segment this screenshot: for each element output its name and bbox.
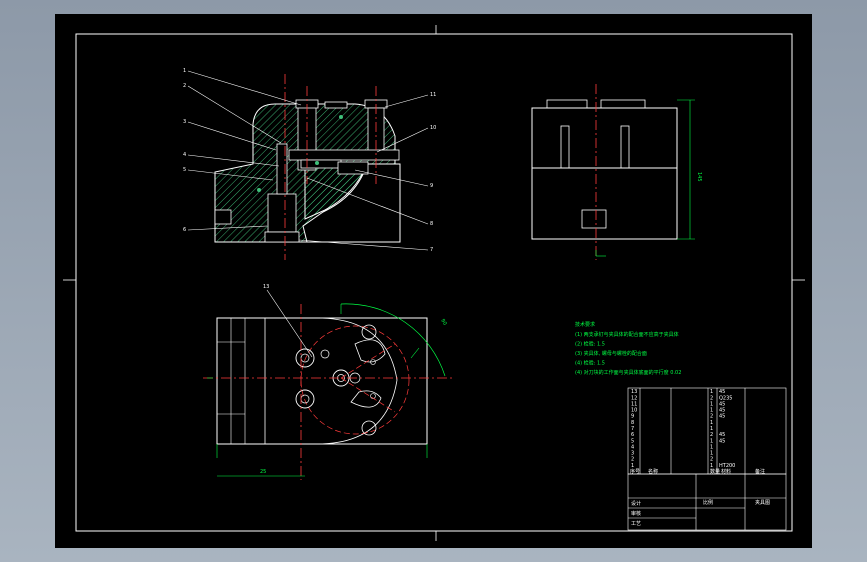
tech-req-item: (4) 检验: 1.5 <box>575 360 605 367</box>
bom-cell-index: 13 <box>631 389 637 395</box>
bom-cell-qty: 2 <box>710 395 713 401</box>
callout-label: 6 <box>183 227 186 233</box>
bom-cell-qty: 1 <box>710 389 713 395</box>
bom-cell-qty: 1 <box>710 444 713 450</box>
bom-table <box>627 387 787 475</box>
bom-cell-index: 11 <box>631 401 637 407</box>
tech-req-item: (1) 两支承钉与夹具体的配合面不应高于夹具体 <box>575 331 679 338</box>
bom-cell-index: 7 <box>631 426 634 432</box>
bom-cell-index: 6 <box>631 432 634 438</box>
bom-cell-index: 5 <box>631 438 634 444</box>
bom-cell-index: 3 <box>631 451 634 457</box>
bom-cell-index: 8 <box>631 420 634 426</box>
callout-label: 8 <box>430 221 433 227</box>
tech-req-item: (4) 对刀块的工作面与夹具体底面的平行度 0.02 <box>575 369 681 376</box>
bom-cell-index: 9 <box>631 414 634 420</box>
tech-req-item: (3) 夹具体, 螺母与螺栓的配合面 <box>575 350 647 357</box>
cad-drawing: 123456 1110987 145 13 25 90 技术要求 (1) 两支承… <box>63 25 805 541</box>
front-section-view <box>214 74 401 260</box>
bom-cell-index: 4 <box>631 444 634 450</box>
callout-plan-label: 13 <box>263 284 269 290</box>
bom-cell-material: Q235 <box>719 395 732 401</box>
bom-cell-qty: 1 <box>710 408 713 414</box>
tech-req-item: (2) 检验: 1.5 <box>575 341 605 348</box>
plan-view <box>203 289 455 480</box>
bom-cell-qty: 2 <box>710 432 713 438</box>
drawing-viewport[interactable]: 123456 11 10 9 8 7 145 13 25 90 技术要求 (1)… <box>55 14 812 548</box>
title-block-name: 夹具图 <box>755 499 770 506</box>
bom-cell-index: 12 <box>631 395 637 401</box>
tech-requirements: 技术要求 (1) 两支承钉与夹具体的配合面不应高于夹具体(2) 检验: 1.5(… <box>575 321 681 376</box>
bom-cell-material: 45 <box>719 432 725 438</box>
title-block-label: 审核 <box>631 510 641 517</box>
drawing-frame <box>63 25 805 541</box>
tech-req-title: 技术要求 <box>575 321 595 328</box>
bom-cell-qty: 1 <box>710 401 713 407</box>
callout-label: 10 <box>430 125 436 131</box>
callout-label: 9 <box>430 183 433 189</box>
callout-label: 5 <box>183 167 186 173</box>
bom-rows: 13 1 4512 2 Q23511 1 4510 1 459 2 458 17 16 2 455 1 454 1… <box>631 389 735 469</box>
bom-cell-material: 45 <box>719 414 725 420</box>
title-block-label: 工艺 <box>631 521 641 527</box>
bom-cell-material: 45 <box>719 401 725 407</box>
callout-label: 11 <box>430 92 436 98</box>
bom-cell-qty: 1 <box>710 451 713 457</box>
bom-cell-qty: 1 <box>710 463 713 469</box>
callout-label: 3 <box>183 119 186 125</box>
callout-labels-right: 11 10 9 8 7 <box>430 92 436 253</box>
bom-cell-qty: 1 <box>710 420 713 426</box>
tech-req-items: (1) 两支承钉与夹具体的配合面不应高于夹具体 (2) 检验: 1.5 (3) 夹具… <box>575 331 681 376</box>
dim-angle: 90 <box>439 318 447 327</box>
title-block-labels: 设计审核工艺 <box>631 500 641 527</box>
bom-cell-index: 2 <box>631 457 634 463</box>
callout-labels-left: 1 2 3 4 5 6 <box>183 68 186 233</box>
callout-label: 1 <box>183 68 186 74</box>
bom-cell-material: 45 <box>719 438 725 444</box>
bom-cell-qty: 2 <box>710 414 713 420</box>
callout-label: 2 <box>183 83 186 89</box>
side-view <box>531 84 695 260</box>
bom-cell-material: HT200 <box>719 463 735 469</box>
bom-cell-qty: 1 <box>710 438 713 444</box>
bom-cell-index: 1 <box>631 463 634 469</box>
dim-overall-height: 145 <box>696 172 702 182</box>
callout-label: 7 <box>430 247 433 253</box>
title-block-scale-label: 比例 <box>703 499 713 506</box>
bom-cell-qty: 1 <box>710 426 713 432</box>
bom-cell-qty: 2 <box>710 457 713 463</box>
callout-label: 4 <box>183 152 186 158</box>
bom-cell-index: 10 <box>631 408 637 414</box>
bom-cell-material: 45 <box>719 389 725 395</box>
bom-cell-material: 45 <box>719 408 725 414</box>
title-block-label: 设计 <box>631 500 641 507</box>
dim-plan-width: 25 <box>260 469 266 475</box>
